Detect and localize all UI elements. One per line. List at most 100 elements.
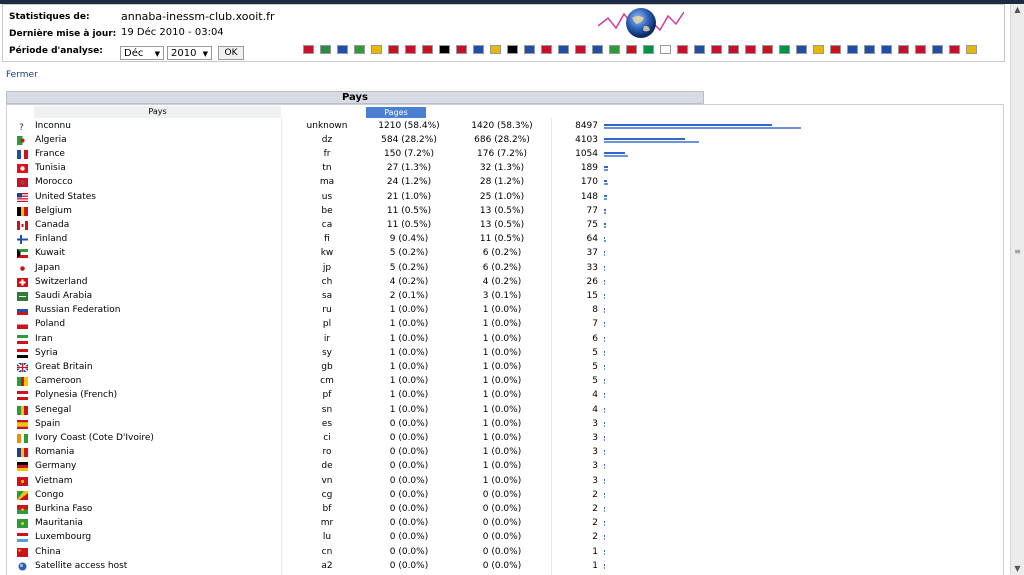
scroll-down-icon[interactable]: ▼ <box>1011 563 1024 575</box>
language-flag-icon[interactable] <box>320 45 331 54</box>
hits-value: 6 (0.2%) <box>482 262 522 273</box>
ma-flag-icon <box>17 178 28 188</box>
language-flag-icon[interactable] <box>609 45 620 54</box>
language-flag-icon[interactable] <box>762 45 773 54</box>
language-flag-icon[interactable] <box>558 45 569 54</box>
language-flag-icon[interactable] <box>830 45 841 54</box>
language-flag-icon[interactable] <box>473 45 484 54</box>
language-flag-icon[interactable] <box>847 45 858 54</box>
hits-value: 1 (0.0%) <box>482 376 522 387</box>
pages-value: 1 (0.0%) <box>389 376 429 387</box>
column-header-pages[interactable]: Pages <box>366 107 426 118</box>
language-flag-icon[interactable] <box>337 45 348 54</box>
month-select[interactable]: Déc ▼ <box>120 46 164 60</box>
language-flag-icon[interactable] <box>813 45 824 54</box>
language-flag-icon[interactable] <box>864 45 875 54</box>
language-flag-icon[interactable] <box>490 45 501 54</box>
table-row: Japan jp 5 (0.2%) 6 (0.2%) 33 <box>7 262 1003 276</box>
cm-flag-icon <box>17 377 28 387</box>
pages-bar <box>604 506 605 509</box>
country-name: France <box>35 148 65 159</box>
language-flag-icon[interactable] <box>915 45 926 54</box>
country-name: Morocco <box>35 177 73 188</box>
pages-value: 0 (0.0%) <box>389 489 429 500</box>
language-flag-icon[interactable] <box>966 45 977 54</box>
table-row: Senegal sn 1 (0.0%) 1 (0.0%) 4 <box>7 404 1003 418</box>
language-flag-icon[interactable] <box>881 45 892 54</box>
country-name: Romania <box>35 447 75 458</box>
language-flag-icon[interactable] <box>626 45 637 54</box>
language-flag-icon[interactable] <box>660 45 671 54</box>
country-name: Spain <box>35 418 61 429</box>
table-row: Satellite access host a2 0 (0.0%) 0 (0.0%) 1 <box>7 560 1003 574</box>
language-flag-icon[interactable] <box>507 45 518 54</box>
ok-button[interactable]: OK <box>218 46 244 60</box>
language-flag-icon[interactable] <box>371 45 382 54</box>
language-flag-icon[interactable] <box>456 45 467 54</box>
language-flag-icon[interactable] <box>575 45 586 54</box>
language-flag-icon[interactable] <box>439 45 450 54</box>
country-code: ma <box>319 177 335 188</box>
language-flag-icon[interactable] <box>796 45 807 54</box>
language-flag-icon[interactable] <box>745 45 756 54</box>
language-flag-icon[interactable] <box>898 45 909 54</box>
table-row: Ivory Coast (Cote D'Ivoire) ci 0 (0.0%) 1 (… <box>7 432 1003 446</box>
hits-value: 0 (0.0%) <box>482 532 522 543</box>
pages-bar <box>604 535 605 538</box>
country-name: Iran <box>35 333 53 344</box>
hits-bar <box>604 353 605 356</box>
language-flag-icon[interactable] <box>541 45 552 54</box>
country-code: ci <box>323 432 331 443</box>
language-flag-icon[interactable] <box>592 45 603 54</box>
language-flag-icon[interactable] <box>524 45 535 54</box>
ch-flag-icon <box>17 277 28 287</box>
bandwidth-value: 5 <box>592 376 598 387</box>
language-flag-icon[interactable] <box>354 45 365 54</box>
pages-bar <box>604 492 605 495</box>
language-flag-icon[interactable] <box>728 45 739 54</box>
pages-bar <box>604 166 608 169</box>
pages-bar <box>604 421 605 424</box>
hits-bar <box>604 339 605 342</box>
language-flag-icon[interactable] <box>422 45 433 54</box>
language-flag-icon[interactable] <box>932 45 943 54</box>
table-row: Canada ca 11 (0.5%) 13 (0.5%) 75 <box>7 219 1003 233</box>
bandwidth-value: 64 <box>586 234 598 245</box>
pages-bar <box>604 137 685 140</box>
language-flag-icon[interactable] <box>388 45 399 54</box>
language-flag-icon[interactable] <box>405 45 416 54</box>
language-flag-icon[interactable] <box>303 45 314 54</box>
ca-flag-icon <box>17 220 28 230</box>
pages-bar <box>604 279 605 282</box>
language-flag-icon[interactable] <box>779 45 790 54</box>
column-header-pays[interactable]: Pays <box>34 106 281 118</box>
table-row: Congo cg 0 (0.0%) 0 (0.0%) 2 <box>7 489 1003 503</box>
pages-value: 1 (0.0%) <box>389 404 429 415</box>
table-row: United States us 21 (1.0%) 25 (1.0%) 148 <box>7 191 1003 205</box>
language-flag-icon[interactable] <box>711 45 722 54</box>
bandwidth-value: 3 <box>592 475 598 486</box>
sa-flag-icon <box>17 291 28 301</box>
country-code: ca <box>321 219 333 230</box>
year-select[interactable]: 2010 ▼ <box>167 46 212 60</box>
hits-value: 13 (0.5%) <box>479 219 525 230</box>
table-row: Morocco ma 24 (1.2%) 28 (1.2%) 170 <box>7 176 1003 190</box>
fermer-link[interactable]: Fermer <box>6 70 38 80</box>
gb-flag-icon <box>16 362 29 373</box>
language-flag-icon[interactable] <box>643 45 654 54</box>
hits-bar <box>604 438 605 441</box>
table-title: Pays <box>6 91 704 104</box>
language-flag-icon[interactable] <box>677 45 688 54</box>
vertical-scrollbar[interactable]: ▲ ≡ ▼ <box>1010 4 1024 575</box>
hits-value: 25 (1.0%) <box>479 191 525 202</box>
jp-flag-icon <box>17 263 28 273</box>
scroll-up-icon[interactable]: ▲ <box>1011 4 1024 16</box>
scroll-thumb[interactable]: ≡ <box>1013 242 1022 262</box>
pages-value: 21 (1.0%) <box>386 191 432 202</box>
language-flag-icon[interactable] <box>949 45 960 54</box>
pages-bar <box>604 521 605 524</box>
language-flag-icon[interactable] <box>694 45 705 54</box>
hits-value: 1 (0.0%) <box>482 418 522 429</box>
hits-bar <box>604 552 605 555</box>
pages-bar <box>604 194 607 197</box>
